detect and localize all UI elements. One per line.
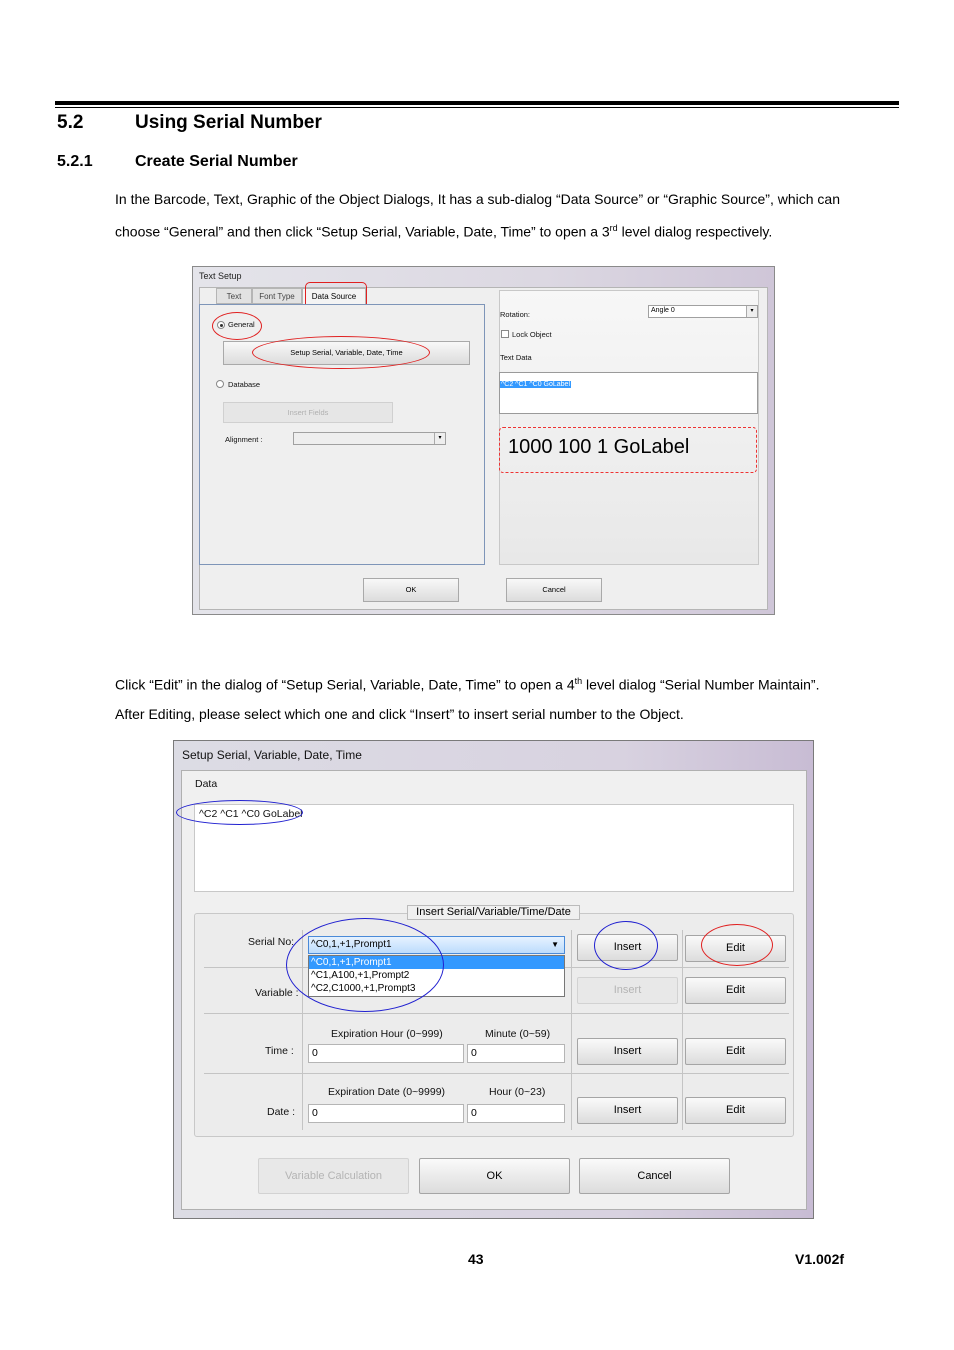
chevron-down-icon: ▼ <box>551 940 559 949</box>
variable-label: Variable : <box>255 987 299 999</box>
minute-label: Minute (0~59) <box>485 1028 551 1040</box>
cancel-button[interactable]: Cancel <box>579 1158 730 1194</box>
intro-line-2-text: choose “General” and then click “Setup S… <box>115 223 610 240</box>
data-field[interactable]: ^C2 ^C1 ^C0 GoLabel <box>194 804 794 892</box>
text-data-label: Text Data <box>500 353 532 362</box>
dialog-title: Text Setup <box>199 271 242 281</box>
edit-line-1-text: Click “Edit” in the dialog of “Setup Ser… <box>115 676 575 693</box>
variable-insert-button[interactable]: Insert <box>577 977 678 1004</box>
intro-superscript: rd <box>609 223 618 233</box>
edit-line-1-end: level dialog “Serial Number Maintain”. <box>582 676 820 693</box>
expiration-hour-label: Expiration Hour (0~999) <box>331 1028 443 1040</box>
edit-paragraph: Click “Edit” in the dialog of “Setup Ser… <box>115 667 895 729</box>
variable-calculation-button[interactable]: Variable Calculation <box>258 1158 409 1194</box>
general-radio[interactable] <box>217 321 225 329</box>
subsection-heading: 5.2.1 Create Serial Number <box>57 153 298 171</box>
edit-line-2: After Editing, please select which one a… <box>115 705 684 722</box>
data-value: ^C2 ^C1 ^C0 GoLabel <box>199 808 303 820</box>
data-label: Data <box>195 778 218 790</box>
date-hour-input[interactable]: 0 <box>467 1104 565 1123</box>
time-insert-button[interactable]: Insert <box>577 1038 678 1065</box>
intro-paragraph: In the Barcode, Text, Graphic of the Obj… <box>115 185 895 247</box>
alignment-select[interactable]: ▾ <box>293 432 446 445</box>
version-label: V1.002f <box>795 1251 845 1267</box>
hour-label: Hour (0~23) <box>489 1086 546 1098</box>
dialog-title: Setup Serial, Variable, Date, Time <box>182 748 362 762</box>
date-edit-button[interactable]: Edit <box>685 1097 786 1124</box>
serial-insert-button[interactable]: Insert <box>577 934 678 961</box>
group-title: Insert Serial/Variable/Time/Date <box>407 905 580 920</box>
time-label: Time : <box>265 1045 294 1057</box>
section-heading: 5.2 Using Serial Number <box>57 112 322 134</box>
heading-rule-thick <box>55 101 899 105</box>
section-number: 5.2 <box>57 112 84 133</box>
lock-object-checkbox[interactable] <box>501 330 509 338</box>
cancel-button[interactable]: Cancel <box>506 578 602 602</box>
rotation-label: Rotation: <box>500 310 531 319</box>
ok-button[interactable]: OK <box>419 1158 570 1194</box>
intro-line-2: choose “General” and then click “Setup S… <box>115 214 895 247</box>
ok-button[interactable]: OK <box>363 578 459 602</box>
serial-dropdown-list: ^C0,1,+1,Prompt1 ^C1,A100,+1,Prompt2 ^C2… <box>308 955 565 997</box>
date-insert-button[interactable]: Insert <box>577 1097 678 1124</box>
serial-selected-value: ^C0,1,+1,Prompt1 <box>311 939 392 950</box>
page-number: 43 <box>468 1251 484 1267</box>
time-edit-button[interactable]: Edit <box>685 1038 786 1065</box>
chevron-down-icon: ▾ <box>434 433 445 444</box>
serial-option[interactable]: ^C2,C1000,+1,Prompt3 <box>309 982 564 995</box>
edit-line-1: Click “Edit” in the dialog of “Setup Ser… <box>115 667 895 700</box>
tab-font-type[interactable]: Font Type <box>252 288 302 304</box>
expiration-date-label: Expiration Date (0~9999) <box>328 1086 446 1098</box>
serial-select[interactable]: ^C0,1,+1,Prompt1 ▼ <box>308 936 565 954</box>
subsection-number: 5.2.1 <box>57 153 93 170</box>
lock-object-label: Lock Object <box>512 330 552 339</box>
serial-label: Serial No: <box>248 936 295 948</box>
section-title: Using Serial Number <box>135 112 322 133</box>
database-radio[interactable] <box>216 380 224 388</box>
row-divider <box>204 1013 789 1014</box>
subsection-title: Create Serial Number <box>135 153 298 170</box>
insert-fields-button[interactable]: Insert Fields <box>223 402 393 423</box>
time-hour-input[interactable]: 0 <box>308 1044 464 1063</box>
serial-option[interactable]: ^C1,A100,+1,Prompt2 <box>309 969 564 982</box>
variable-edit-button[interactable]: Edit <box>685 977 786 1004</box>
general-label: General <box>228 320 255 329</box>
text-preview: 1000 100 1 GoLabel <box>499 427 757 473</box>
chevron-down-icon: ▾ <box>746 306 757 317</box>
time-minute-input[interactable]: 0 <box>467 1044 565 1063</box>
tab-text[interactable]: Text <box>216 288 252 304</box>
serial-option[interactable]: ^C0,1,+1,Prompt1 <box>309 956 564 969</box>
setup-serial-button[interactable]: Setup Serial, Variable, Date, Time <box>223 341 470 365</box>
column-divider <box>682 930 683 1130</box>
text-data-value: ^C2 ^C1 ^C0 GoLabel <box>500 381 571 388</box>
row-divider <box>204 1073 789 1074</box>
date-input[interactable]: 0 <box>308 1104 464 1123</box>
heading-rule-thin <box>55 107 899 108</box>
intro-line-2-end: level dialog respectively. <box>617 223 773 240</box>
intro-line-1: In the Barcode, Text, Graphic of the Obj… <box>115 191 840 207</box>
text-data-field[interactable]: ^C2 ^C1 ^C0 GoLabel <box>499 372 758 414</box>
column-divider <box>571 930 572 1130</box>
alignment-label: Alignment : <box>225 435 263 444</box>
rotation-select[interactable]: Angle 0 ▾ <box>648 305 758 318</box>
date-label: Date : <box>267 1106 296 1118</box>
database-label: Database <box>228 380 261 389</box>
column-divider <box>302 930 303 1130</box>
serial-edit-button[interactable]: Edit <box>685 935 786 962</box>
rotation-value: Angle 0 <box>651 307 675 314</box>
